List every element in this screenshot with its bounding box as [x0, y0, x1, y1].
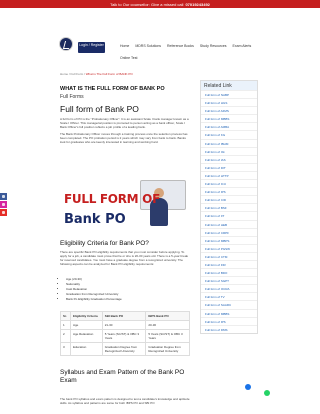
intro-paragraph: A full form of PO is the "Probationary O…	[60, 117, 189, 129]
related-link[interactable]: Full form of CID	[201, 195, 257, 203]
banner-text-bank-po: Bank PO	[64, 212, 126, 227]
table-cell: Age	[69, 320, 103, 330]
facebook-icon[interactable]	[0, 193, 7, 200]
article-title: Full form of Bank PO	[60, 104, 139, 114]
eligibility-heading: Eligibility Criteria for Bank PO?	[60, 240, 149, 247]
eligibility-paragraph: There are specific Bank PO eligibility r…	[60, 250, 189, 266]
related-link[interactable]: Full form of SAARC	[201, 300, 257, 308]
chat-icon[interactable]	[245, 384, 251, 390]
nav-study-resources[interactable]: Study Resources	[200, 44, 227, 48]
nav-online-test[interactable]: Online Test	[120, 56, 137, 60]
top-contact-bar: Talk to Our counsellor: Give a missed ca…	[0, 0, 320, 8]
sidebar-title: Related Link	[201, 81, 257, 90]
related-link[interactable]: Full form of DMS	[201, 324, 257, 333]
related-link[interactable]: Full form of BDO	[201, 268, 257, 276]
table-cell: 5 Years (SC/ST) & OBC 3 Years	[145, 329, 190, 343]
table-cell: 21-30	[101, 320, 147, 330]
table-cell: 5 Years (SC/ST) & OBC 3 Years	[101, 329, 147, 343]
phone-number-link[interactable]: 07019243492	[185, 2, 209, 7]
eligibility-list: Age (20-30) Nationality Cast Relaxation …	[66, 277, 122, 302]
nav-home[interactable]: Home	[120, 44, 129, 48]
list-item: Bank Po Eligibility Graduation Percentag…	[66, 297, 122, 302]
related-link[interactable]: Full form of IBHM	[201, 138, 257, 147]
table-cell: Age Relaxation	[69, 329, 103, 343]
full-form-banner-image: FULL FORM OF Bank PO	[62, 176, 188, 238]
related-link[interactable]: Full form of IIT	[201, 211, 257, 219]
syllabus-heading: Syllabus and Exam Pattern of the Bank PO…	[60, 369, 185, 384]
related-link[interactable]: Full form of TV	[201, 292, 257, 300]
related-link[interactable]: Full form of HEB	[201, 219, 257, 228]
related-link[interactable]: Full form of MBPS	[201, 235, 257, 244]
column-header: Eligibility Criteria	[69, 311, 103, 321]
syllabus-paragraph: The bank PO syllabus and exam pattern is…	[60, 397, 190, 405]
youtube-icon[interactable]	[0, 209, 7, 216]
related-link[interactable]: Full form of ICU	[201, 179, 257, 187]
related-link[interactable]: Full form of FIR	[201, 259, 257, 268]
breadcrumb-full-form[interactable]: Full Form	[71, 72, 84, 76]
related-link[interactable]: Full form of NABP	[201, 90, 257, 98]
table-header-row: Sr. Eligibility Criteria SBI Bank PO IBP…	[60, 311, 190, 321]
related-link[interactable]: Full form of SGPT	[201, 276, 257, 284]
table-cell: 2	[60, 329, 71, 343]
breadcrumb: Home / Full Form / What is The Full Form…	[60, 72, 133, 76]
table-row: 2 Age Relaxation 5 Years (SC/ST) & OBC 3…	[60, 329, 190, 343]
contact-text: Talk to Our counsellor: Give a missed ca…	[110, 1, 184, 7]
related-link[interactable]: Full form of HGS	[201, 98, 257, 106]
site-header: Login / Register Home MDRS Solutions Ref…	[0, 8, 320, 62]
table-cell: Graduation Degree from Recognized Univer…	[145, 342, 190, 356]
table-row: 3 Education Graduation Degree from Recog…	[60, 342, 190, 356]
related-links-sidebar: Related Link Full form of NABP Full form…	[200, 80, 258, 334]
nav-mdrs-solutions[interactable]: MDRS Solutions	[135, 44, 161, 48]
related-link[interactable]: Full form of PGSW	[201, 243, 257, 252]
table-row: 1 Age 21-30 20-30	[60, 320, 190, 330]
site-logo[interactable]	[59, 37, 73, 51]
instagram-icon[interactable]	[0, 201, 7, 208]
column-header: IBPS Bank PO	[145, 311, 190, 321]
main-nav: Home MDRS Solutions Reference Books Stud…	[120, 44, 251, 48]
breadcrumb-current: What is The Full Form of BANK PO	[85, 72, 133, 76]
nav-exam-alerts[interactable]: Exam Alerts	[233, 44, 252, 48]
table-cell: 3	[60, 342, 71, 356]
article-main: WHAT IS THE FULL FORM OF BANK PO Full Fo…	[60, 86, 190, 144]
related-links-list: Full form of NABP Full form of HGS Full …	[201, 90, 257, 333]
related-link[interactable]: Full form of BSF	[201, 203, 257, 211]
related-link[interactable]: Full form of KG	[201, 130, 257, 138]
related-link[interactable]: Full form of AIIMS	[201, 106, 257, 114]
related-link[interactable]: Full form of IPS	[201, 316, 257, 325]
related-link[interactable]: Full form of AMBA	[201, 122, 257, 130]
related-link[interactable]: Full form of DIT	[201, 162, 257, 171]
related-link[interactable]: Full form of IAS	[201, 154, 257, 163]
related-link[interactable]: Full form of CTM	[201, 251, 257, 260]
related-link[interactable]: Full form of Ok	[201, 146, 257, 155]
eligibility-table: Sr. Eligibility Criteria SBI Bank PO IBP…	[60, 311, 190, 356]
training-paragraph: The Bank Probationary Officer moves thro…	[60, 132, 188, 144]
table-cell: Education	[69, 342, 103, 356]
article-category[interactable]: Full Forms	[60, 94, 190, 100]
table-cell: 1	[60, 320, 71, 330]
nav-reference-books[interactable]: Reference Books	[167, 44, 194, 48]
related-link[interactable]: Full form of MBBS	[201, 308, 257, 317]
table-cell: Graduation Degree from Recognized Univer…	[101, 342, 147, 356]
table-cell: 20-30	[145, 320, 190, 330]
article-heading: WHAT IS THE FULL FORM OF BANK PO	[60, 86, 165, 92]
column-header: Sr.	[60, 311, 71, 321]
whatsapp-icon[interactable]	[264, 390, 270, 396]
banner-text-full-form: FULL FORM OF	[64, 192, 160, 206]
related-link[interactable]: Full form of HTTP	[201, 170, 257, 179]
breadcrumb-home[interactable]: Home	[60, 72, 68, 76]
related-link[interactable]: Full form of MBBS	[201, 114, 257, 122]
login-register-button[interactable]: Login / Register	[78, 42, 105, 53]
related-link[interactable]: Full form of OCRA	[201, 284, 257, 292]
column-header: SBI Bank PO	[101, 311, 147, 321]
related-link[interactable]: Full form of IPS	[201, 187, 257, 195]
related-link[interactable]: Full form of CRPF	[201, 227, 257, 236]
